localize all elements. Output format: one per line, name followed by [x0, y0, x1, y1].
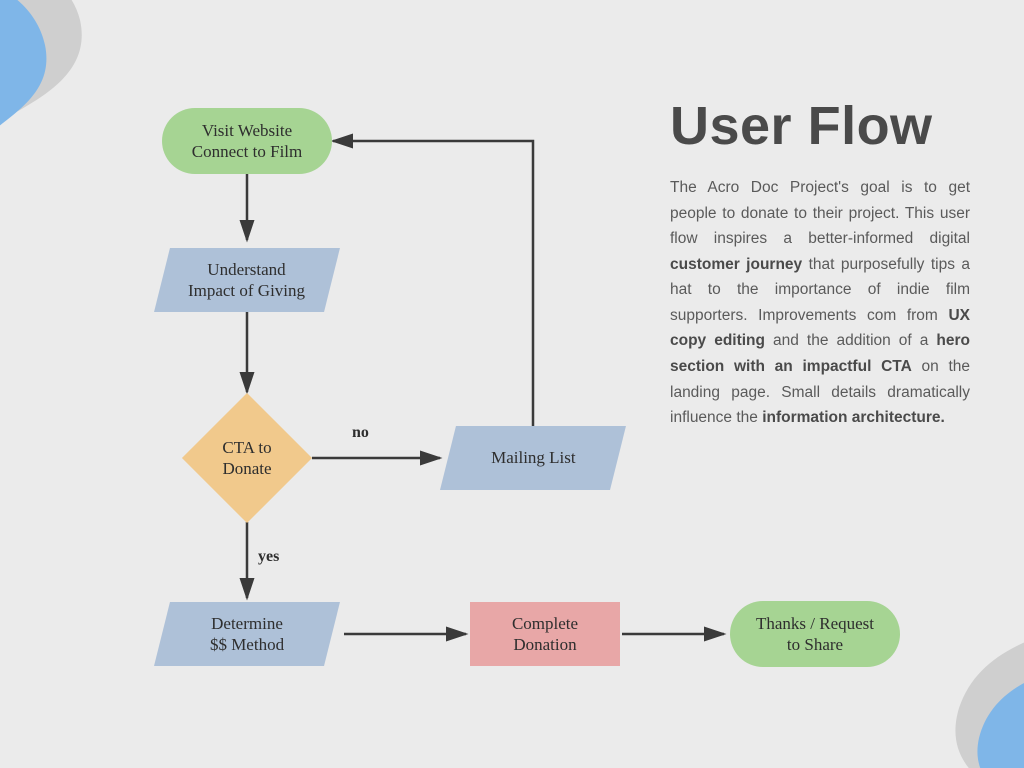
- description-paragraph: The Acro Doc Project's goal is to get pe…: [670, 175, 970, 431]
- node-complete-donation: CompleteDonation: [470, 602, 620, 666]
- decor-top-left: [0, 0, 200, 230]
- node-label: Determine$$ Method: [210, 614, 284, 654]
- node-thanks-share: Thanks / Requestto Share: [730, 601, 900, 667]
- diagram-canvas: Visit WebsiteConnect to Film UnderstandI…: [0, 0, 1024, 768]
- node-label: CTA toDonate: [222, 437, 271, 480]
- node-label: Visit WebsiteConnect to Film: [192, 120, 303, 163]
- edge-label-yes: yes: [258, 548, 279, 566]
- edge-label-no: no: [352, 424, 369, 442]
- page-title: User Flow: [670, 95, 970, 157]
- text-column: User Flow The Acro Doc Project's goal is…: [670, 95, 970, 431]
- node-label: Mailing List: [491, 448, 576, 467]
- node-cta-decision: CTA toDonate: [182, 393, 312, 523]
- node-label: UnderstandImpact of Giving: [188, 260, 305, 300]
- node-understand-impact: UnderstandImpact of Giving: [154, 248, 340, 312]
- node-mailing-list: Mailing List: [440, 426, 626, 490]
- node-label: CompleteDonation: [512, 613, 578, 656]
- node-label: Thanks / Requestto Share: [756, 613, 874, 656]
- node-determine-method: Determine$$ Method: [154, 602, 340, 666]
- node-visit-website: Visit WebsiteConnect to Film: [162, 108, 332, 174]
